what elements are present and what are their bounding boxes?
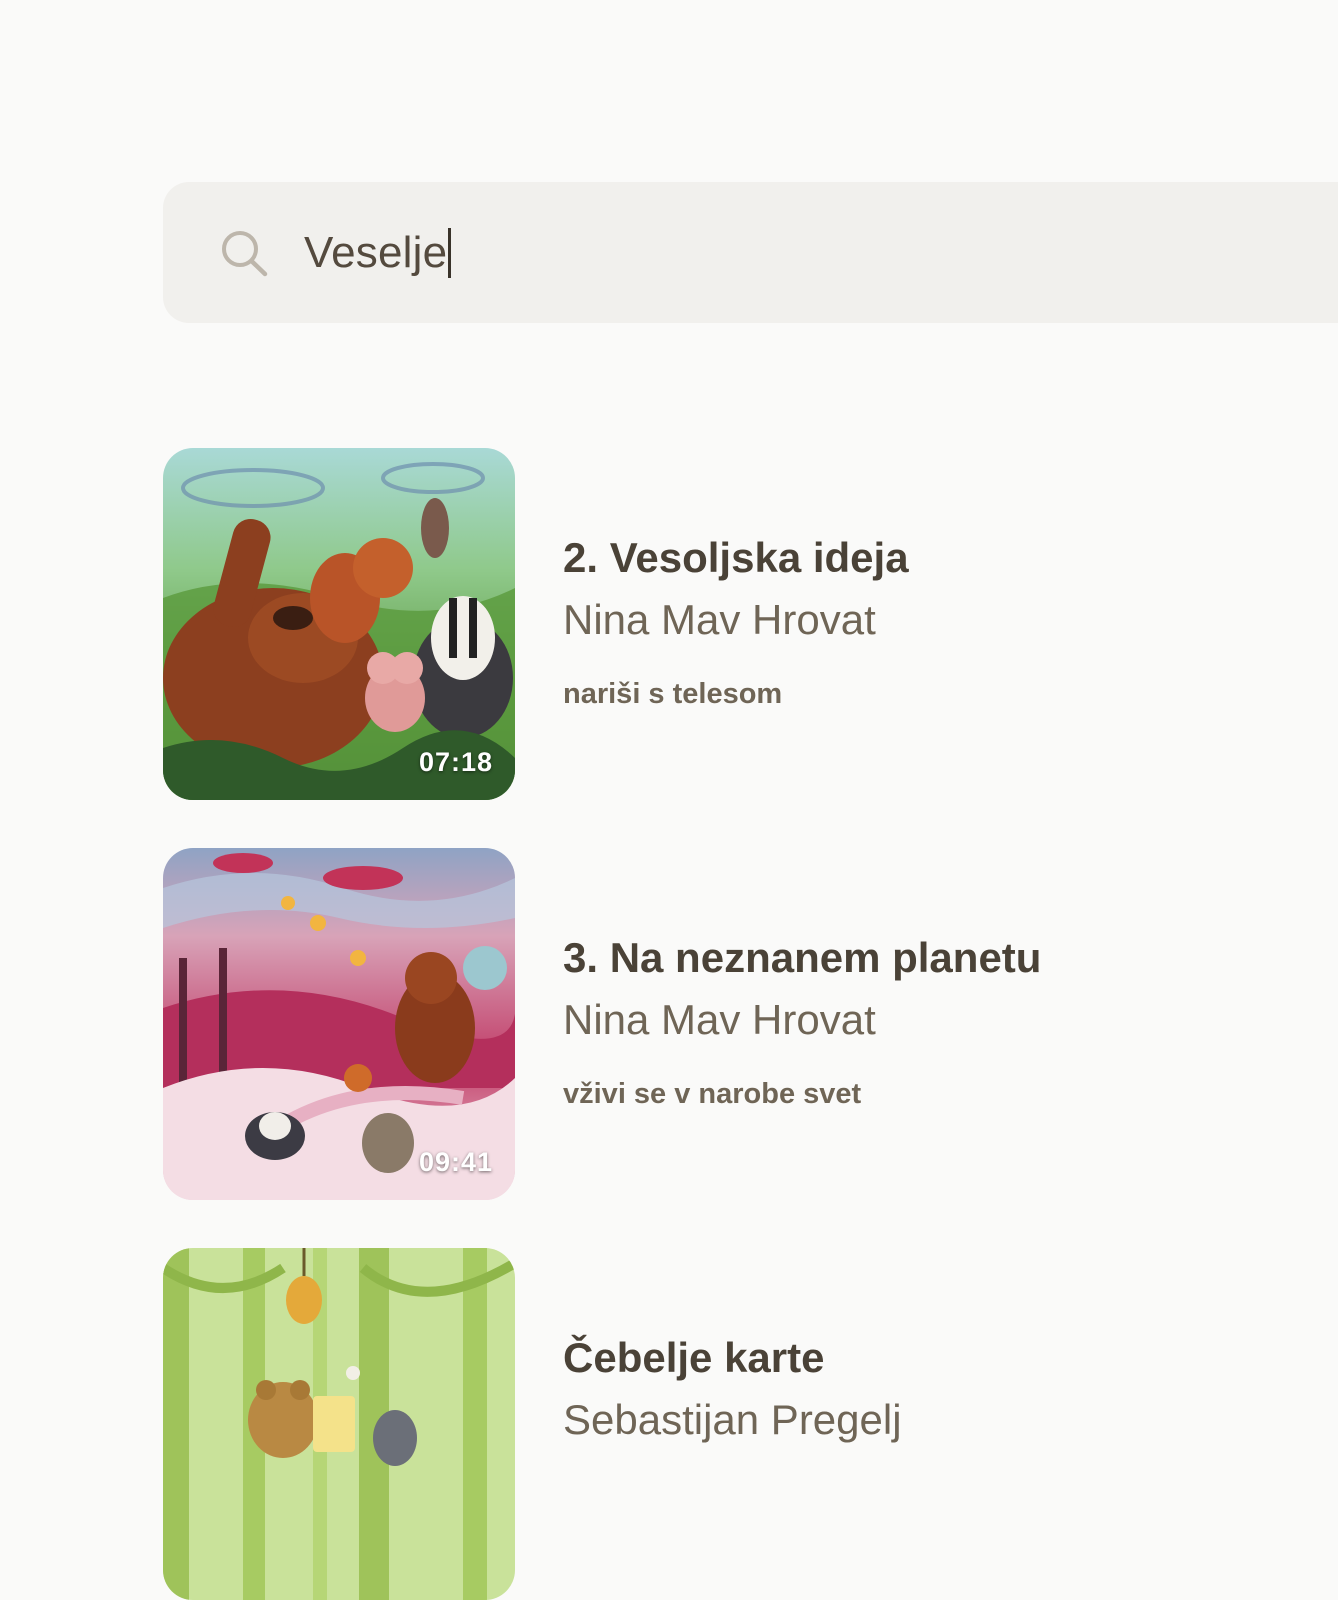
result-item[interactable]: Čebelje karte Sebastijan Pregelj [163,1248,1313,1600]
result-author: Nina Mav Hrovat [563,996,876,1043]
result-thumbnail[interactable]: 07:18 [163,448,515,800]
result-author: Nina Mav Hrovat [563,596,876,643]
result-title[interactable]: 2. Vesoljska ideja [563,534,909,582]
top-bar [0,0,1338,182]
search-input-value: Veselje [304,228,448,277]
result-author: Sebastijan Pregelj [563,1396,902,1443]
duration-label: 09:41 [418,1147,493,1177]
result-thumbnail[interactable] [163,1248,515,1600]
search-input[interactable]: Veselje [304,222,452,284]
text-caret [448,228,452,278]
result-item[interactable]: 09:41 3. Na neznanem planetu Nina Mav Hr… [163,848,1313,1200]
result-title[interactable]: 3. Na neznanem planetu [563,934,1041,982]
search-icon [222,231,268,277]
result-title[interactable]: Čebelje karte [563,1334,824,1382]
result-item[interactable]: 07:18 2. Vesoljska ideja Nina Mav Hrovat… [163,448,1313,800]
result-subtitle: nariši s telesom [563,678,783,710]
result-thumbnail[interactable]: 09:41 [163,848,515,1200]
result-subtitle: vživi se v narobe svet [563,1078,862,1110]
duration-label: 07:18 [418,747,493,777]
bee-forest-illustration [163,1248,515,1600]
